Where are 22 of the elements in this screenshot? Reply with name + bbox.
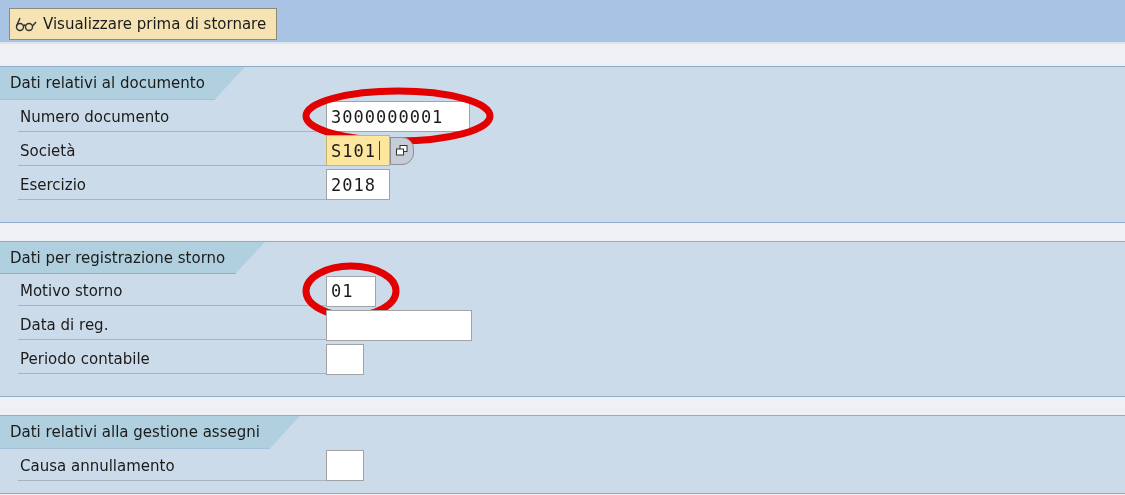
field-label: Motivo storno xyxy=(18,276,326,306)
input-field[interactable] xyxy=(326,343,364,375)
input-field[interactable]: 3000000001 xyxy=(326,101,470,132)
section-title: Dati relativi alla gestione assegni xyxy=(0,416,300,449)
input-field[interactable] xyxy=(326,450,364,481)
value-help-button[interactable] xyxy=(390,136,414,165)
windows-icon xyxy=(396,145,408,156)
field-label: Causa annullamento xyxy=(18,450,326,481)
glasses-icon xyxy=(15,16,37,32)
input-field[interactable]: S101 xyxy=(326,135,390,166)
field-label: Data di reg. xyxy=(18,310,326,340)
field-label: Esercizio xyxy=(18,169,326,200)
input-field[interactable] xyxy=(326,309,472,341)
display-before-reverse-button[interactable]: Visualizzare prima di stornare xyxy=(9,8,278,40)
field-label: Società xyxy=(18,135,326,166)
section-title: Dati relativi al documento xyxy=(0,67,245,100)
field-label: Numero documento xyxy=(18,101,326,132)
section-title: Dati per registrazione storno xyxy=(0,241,266,274)
text-cursor xyxy=(378,141,380,160)
field-label: Periodo contabile xyxy=(18,344,326,374)
input-field[interactable]: 2018 xyxy=(326,169,390,200)
input-field[interactable]: 01 xyxy=(326,275,376,307)
